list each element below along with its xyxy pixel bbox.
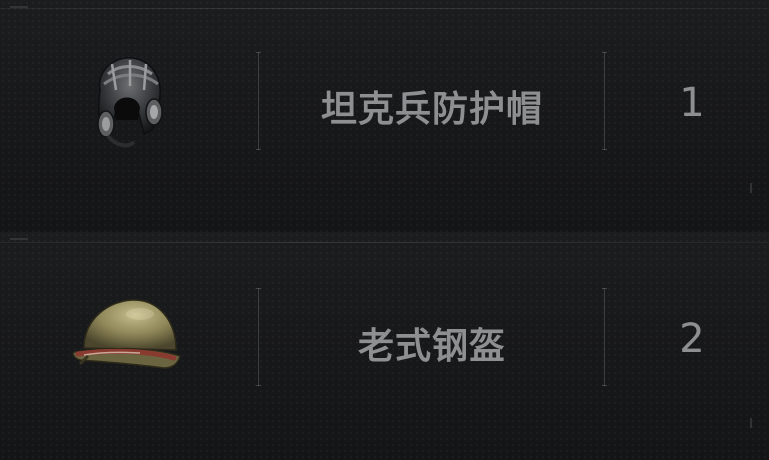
row-corner-mark [750,418,752,428]
item-row[interactable]: 老式钢盔 2 [0,232,769,460]
column-divider [256,288,261,386]
column-divider [602,52,607,150]
row-top-line [0,242,769,243]
row-top-line [0,8,769,9]
tanker-helmet-icon [86,50,170,154]
row-corner-tick [10,6,28,8]
item-name: 坦克兵防护帽 [320,89,543,130]
steel-helmet-icon [66,290,186,380]
item-row[interactable]: 坦克兵防护帽 1 [0,0,769,232]
row-corner-mark [750,183,752,193]
item-count: 1 [679,80,705,126]
column-divider [256,52,261,150]
item-name: 老式钢盔 [357,326,506,367]
item-count: 2 [679,316,705,362]
column-divider [602,288,607,386]
row-corner-tick [10,238,28,240]
